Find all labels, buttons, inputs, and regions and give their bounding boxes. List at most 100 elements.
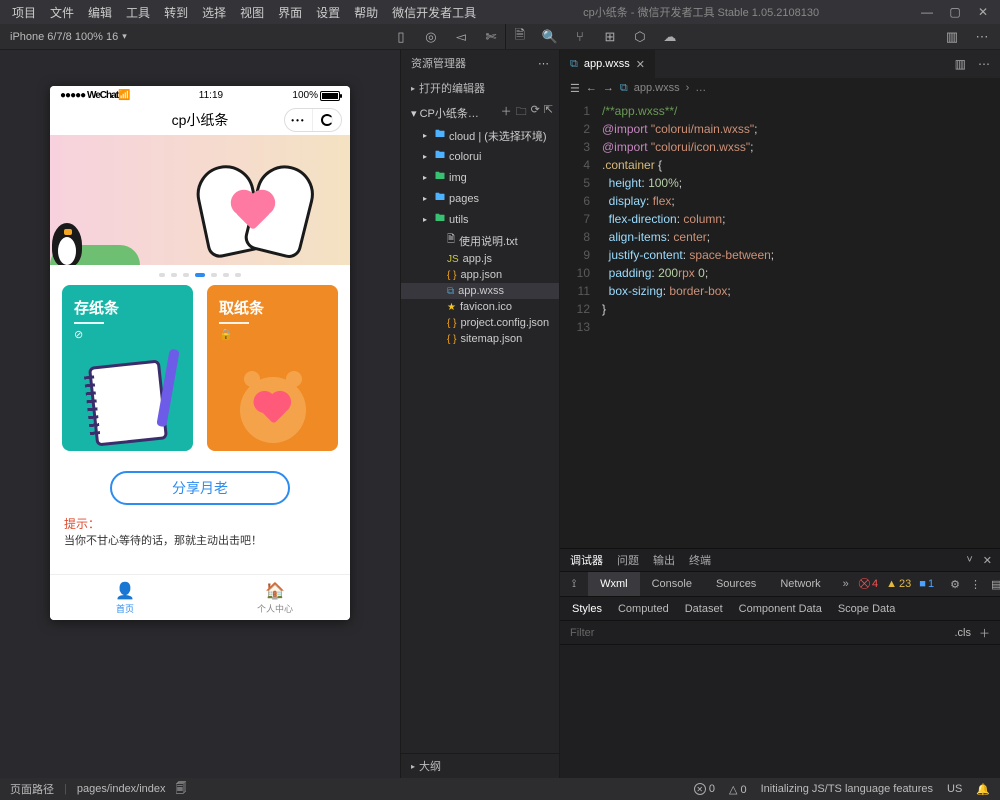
devtools-settings-icon[interactable]: ⚙ (950, 578, 960, 591)
devtools-tab-console[interactable]: Console (640, 572, 704, 596)
collapse-icon[interactable]: ⇱ (544, 103, 553, 122)
filter-input[interactable]: Filter (570, 627, 594, 639)
outline-section[interactable]: ▸ 大纲 (401, 753, 559, 778)
breadcrumb[interactable]: ☰ ← → ⧉ app.wxss › … (560, 78, 1000, 98)
banner-carousel[interactable] (50, 135, 350, 265)
devtools-tab-sources[interactable]: Sources (704, 572, 768, 596)
tree-item-utils[interactable]: ▸🖿 utils (401, 209, 559, 230)
panel-tab-debugger[interactable]: 调试器 (570, 552, 603, 568)
tree-item-sitemap-json[interactable]: { } sitemap.json (401, 331, 559, 347)
minimize-button[interactable]: ― (920, 5, 934, 19)
tree-item-favicon-ico[interactable]: ★ favicon.ico (401, 299, 559, 315)
info-count[interactable]: ■ 1 (919, 578, 934, 590)
error-count[interactable]: ⛒ 4 (859, 578, 878, 591)
tree-item-pages[interactable]: ▸🖿 pages (401, 188, 559, 209)
devtools-dock-icon[interactable]: ▤ (991, 578, 1000, 591)
tab-home[interactable]: 👤 首页 (50, 575, 200, 620)
close-button[interactable]: ✕ (976, 5, 990, 19)
devtools-tab-wxml[interactable]: Wxml (588, 572, 640, 596)
warning-count[interactable]: ▲ 23 (886, 578, 911, 590)
explorer-more-icon[interactable]: ⋯ (538, 57, 549, 70)
panel-tab-problems[interactable]: 问题 (617, 552, 639, 568)
devtools-inspect-icon[interactable]: ⟟ (560, 572, 588, 596)
menu-file[interactable]: 文件 (44, 2, 80, 23)
tree-item-img[interactable]: ▸🖿 img (401, 167, 559, 188)
refresh-icon[interactable]: ⟳ (531, 103, 540, 122)
forward-icon[interactable]: → (603, 82, 614, 94)
panel-tab-output[interactable]: 输出 (653, 552, 675, 568)
cls-toggle[interactable]: .cls (955, 627, 972, 639)
tree-item-app-js[interactable]: JS app.js (401, 251, 559, 267)
notification-icon[interactable]: 🔔 (976, 783, 990, 796)
menu-wxdevtools[interactable]: 微信开发者工具 (386, 2, 482, 23)
editor-tab-appwxss[interactable]: ⧉ app.wxss ✕ (560, 50, 655, 78)
card-title: 取纸条 (219, 297, 326, 318)
more-icon[interactable]: ⋯ (974, 29, 990, 45)
search-icon[interactable]: 🔍 (542, 29, 558, 45)
panel-close-icon[interactable]: ✕ (983, 554, 992, 567)
devtools-menu-icon[interactable]: ⋮ (970, 578, 981, 591)
files-icon[interactable]: 🗎 (512, 29, 528, 45)
panel-collapse-icon[interactable]: ˅ (966, 554, 972, 567)
share-button[interactable]: 分享月老 (110, 471, 290, 505)
status-errors[interactable]: ✕ 0 (694, 783, 715, 796)
code-lines[interactable]: /**app.wxss**/@import "colorui/main.wxss… (598, 98, 774, 548)
tree-item-cloud-[interactable]: ▸🖿 cloud | (未选择环境) (401, 125, 559, 146)
split-right-icon[interactable]: ▥ (955, 57, 966, 71)
copy-path-icon[interactable]: 🗐 (176, 780, 187, 799)
send-icon[interactable]: ◅ (453, 29, 469, 45)
get-note-card[interactable]: 取纸条 🔒 (207, 285, 338, 451)
back-icon[interactable]: ← (586, 82, 597, 94)
tab-filename: app.wxss (584, 58, 630, 70)
capsule-close-icon[interactable] (313, 109, 341, 131)
tree-item-project-config-json[interactable]: { } project.config.json (401, 315, 559, 331)
menu-edit[interactable]: 编辑 (82, 2, 118, 23)
tab-more-icon[interactable]: ⋯ (978, 57, 990, 71)
menu-view[interactable]: 视图 (234, 2, 270, 23)
tree-item--txt[interactable]: 🗎 使用说明.txt (401, 230, 559, 251)
menu-project[interactable]: 项目 (6, 2, 42, 23)
devtools-more-icon[interactable]: » (833, 578, 859, 590)
styles-tab-dataset[interactable]: Dataset (685, 603, 723, 615)
open-editors-section[interactable]: ▸ 打开的编辑器 (401, 76, 559, 100)
status-warnings[interactable]: △ 0 (729, 783, 747, 796)
add-style-icon[interactable]: ＋ (979, 625, 990, 641)
branch-icon[interactable]: ⑂ (572, 29, 588, 45)
menu-settings[interactable]: 设置 (310, 2, 346, 23)
tab-profile[interactable]: 🏠 个人中心 (200, 575, 350, 620)
menu-goto[interactable]: 转到 (158, 2, 194, 23)
code-editor[interactable]: 12345678910111213 /**app.wxss**/@import … (560, 98, 1000, 548)
menu-tools[interactable]: 工具 (120, 2, 156, 23)
tree-item-colorui[interactable]: ▸🖿 colorui (401, 146, 559, 167)
styles-tab-styles[interactable]: Styles (572, 603, 602, 615)
cut-icon[interactable]: ✄ (483, 29, 499, 45)
extensions-icon[interactable]: ⊞ (602, 29, 618, 45)
save-note-card[interactable]: 存纸条 ⊘ (62, 285, 193, 451)
project-row[interactable]: ▾ CP小纸条… ＋ 🗀 ⟳ ⇱ (401, 100, 559, 125)
styles-tab-computed[interactable]: Computed (618, 603, 669, 615)
close-tab-icon[interactable]: ✕ (636, 58, 645, 71)
phone-icon[interactable]: ▯ (393, 29, 409, 45)
capsule-menu-icon[interactable]: ••• (285, 109, 313, 131)
menu-help[interactable]: 帮助 (348, 2, 384, 23)
split-editor-icon[interactable]: ▥ (944, 29, 960, 45)
miniprogram-navbar: cp小纸条 ••• (50, 105, 350, 135)
menu-ui[interactable]: 界面 (272, 2, 308, 23)
language-indicator[interactable]: US (947, 783, 962, 795)
menu-select[interactable]: 选择 (196, 2, 232, 23)
tree-item-app-wxss[interactable]: ⧉ app.wxss (401, 283, 559, 299)
maximize-button[interactable]: ▢ (948, 5, 962, 19)
devtools-tab-network[interactable]: Network (768, 572, 832, 596)
device-selector[interactable]: iPhone 6/7/8 100% 16 ▾ (10, 31, 127, 43)
new-folder-icon[interactable]: 🗀 (516, 103, 527, 122)
page-path-value[interactable]: pages/index/index (77, 783, 166, 795)
panel-tab-terminal[interactable]: 终端 (689, 552, 711, 568)
capsule-button[interactable]: ••• (284, 108, 342, 132)
tree-item-app-json[interactable]: { } app.json (401, 267, 559, 283)
new-file-icon[interactable]: ＋ (501, 103, 512, 122)
cloud-icon[interactable]: ☁ (662, 29, 678, 45)
debug-icon[interactable]: ⬡ (632, 29, 648, 45)
styles-tab-componentdata[interactable]: Component Data (739, 603, 822, 615)
styles-tab-scopedata[interactable]: Scope Data (838, 603, 895, 615)
record-icon[interactable]: ◎ (423, 29, 439, 45)
